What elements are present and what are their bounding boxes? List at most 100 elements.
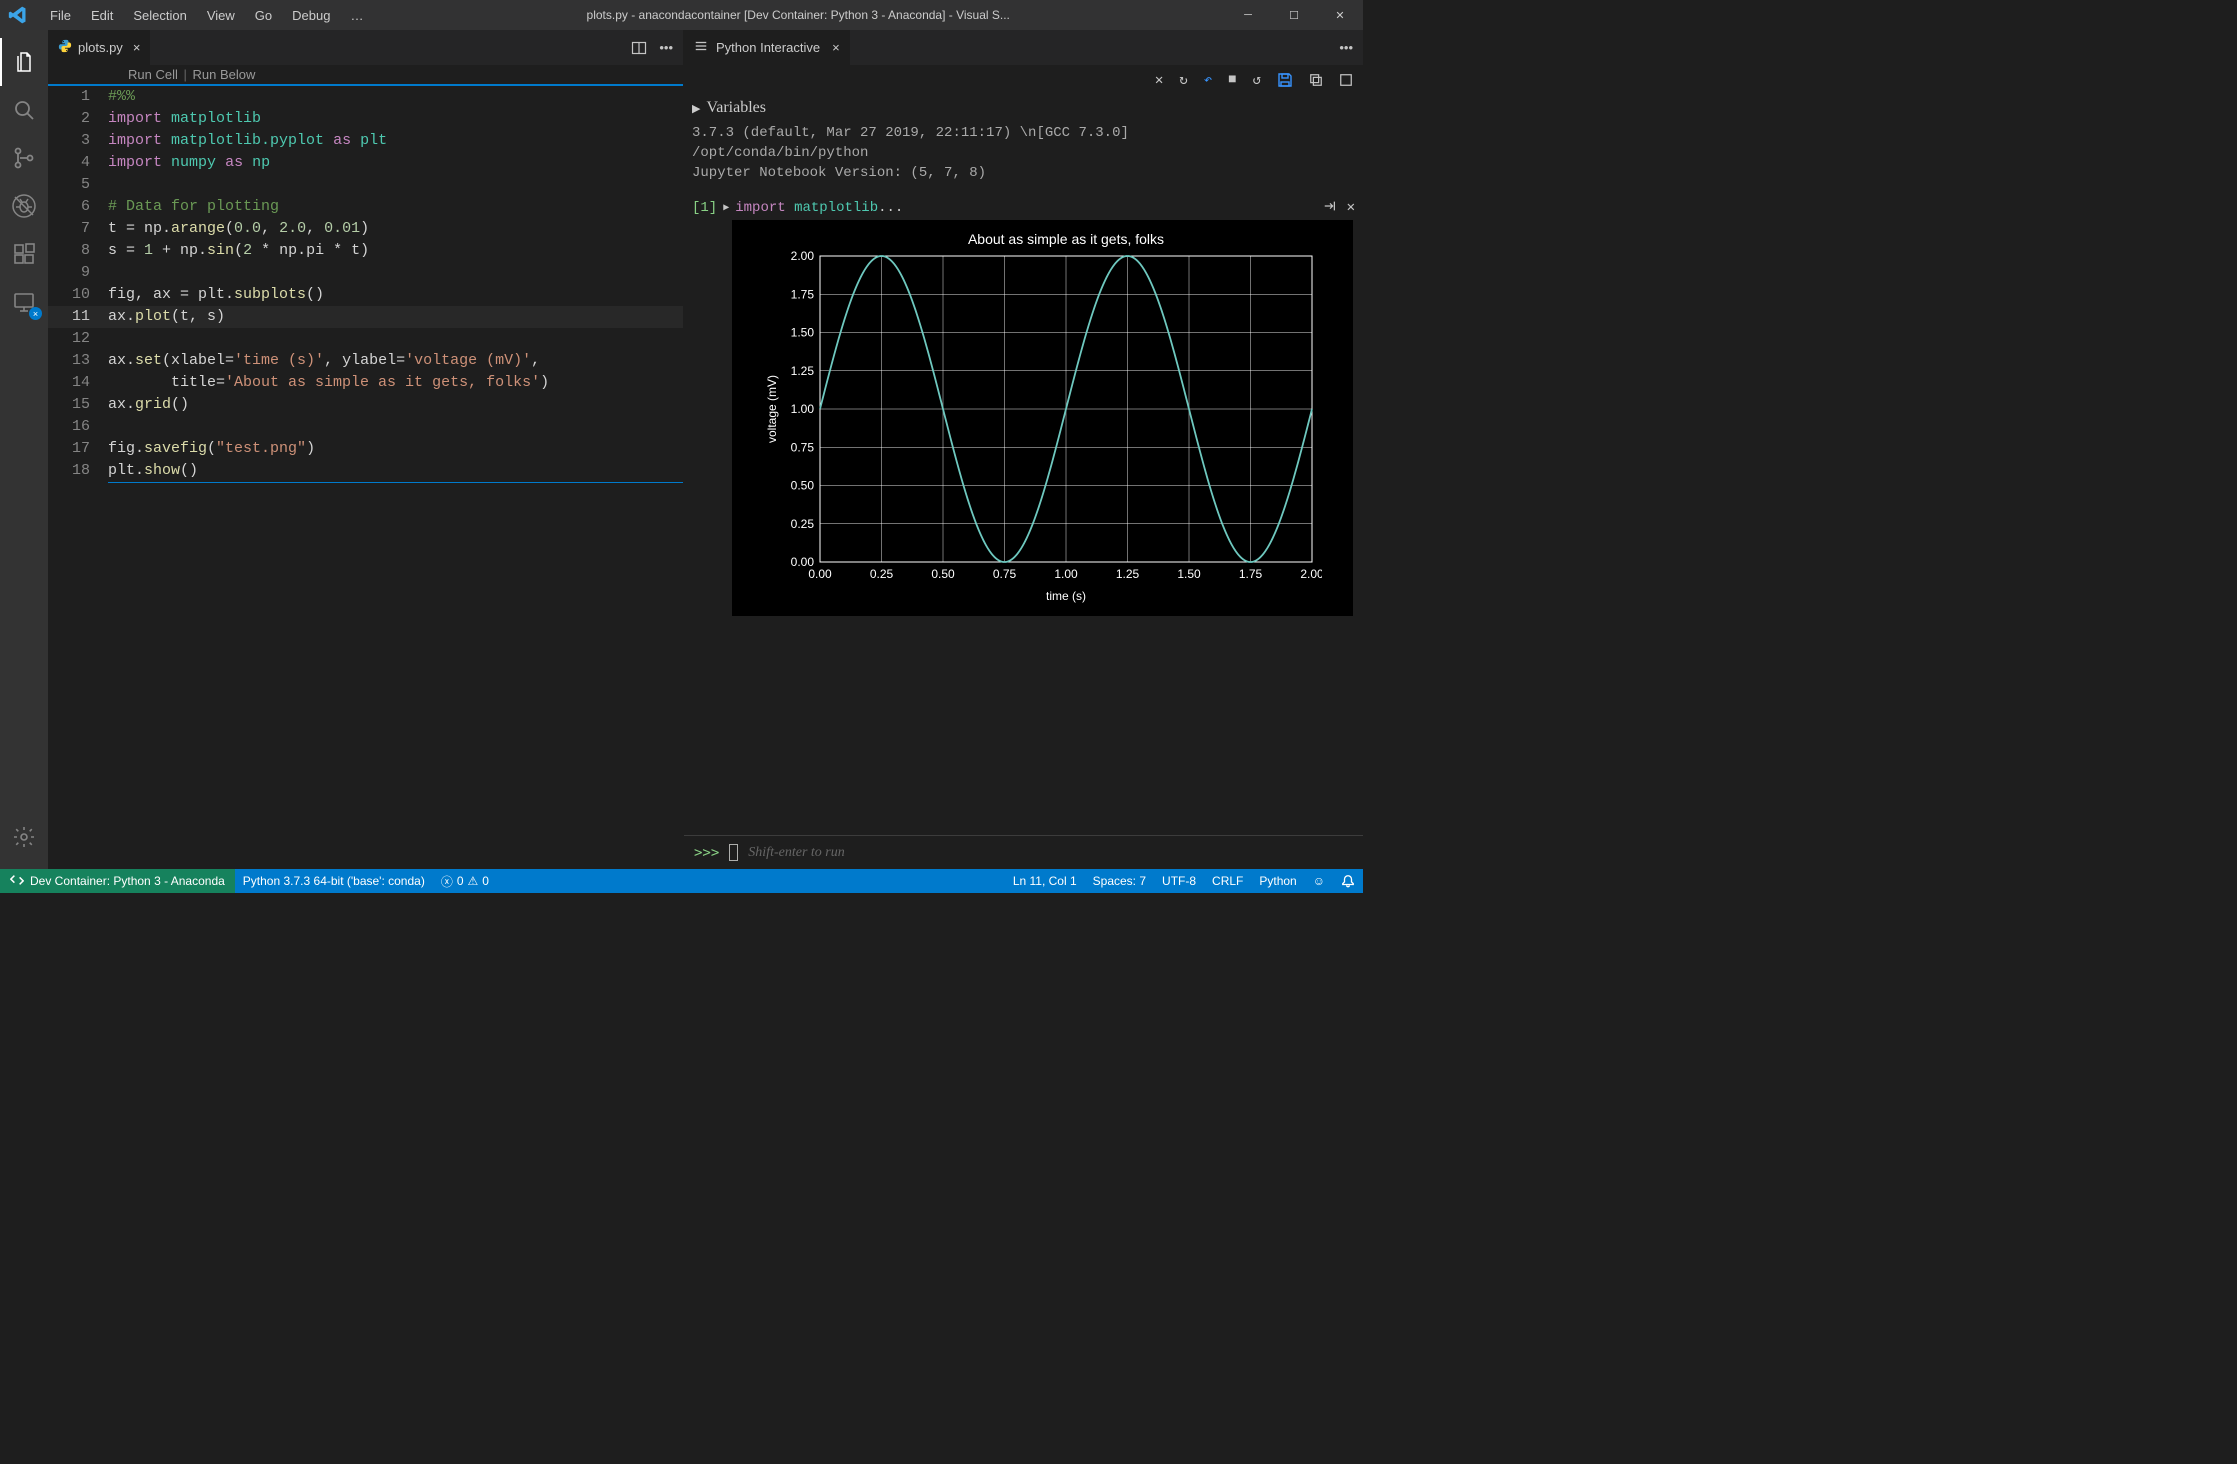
goto-icon[interactable] bbox=[1323, 199, 1337, 216]
tab-python-interactive[interactable]: Python Interactive × bbox=[684, 30, 851, 65]
python-file-icon bbox=[58, 39, 72, 56]
save-icon[interactable] bbox=[1277, 72, 1293, 88]
svg-text:0.25: 0.25 bbox=[791, 517, 815, 531]
sb-notifications-icon[interactable] bbox=[1333, 869, 1363, 893]
svg-text:1.50: 1.50 bbox=[1177, 567, 1201, 581]
list-icon bbox=[694, 39, 708, 56]
svg-text:voltage (mV): voltage (mV) bbox=[765, 375, 779, 443]
codelens-run-below[interactable]: Run Below bbox=[193, 67, 256, 82]
extensions-icon[interactable] bbox=[0, 230, 48, 278]
undo-icon[interactable]: ↶ bbox=[1204, 72, 1212, 89]
error-icon: ⓧ bbox=[441, 873, 453, 890]
close-icon[interactable]: × bbox=[832, 40, 840, 55]
svg-text:time (s): time (s) bbox=[1046, 589, 1086, 603]
menu-…[interactable]: … bbox=[342, 4, 371, 27]
editor-tabs: plots.py × ••• bbox=[48, 30, 683, 65]
interactive-input-row: >>> Shift-enter to run bbox=[684, 835, 1363, 869]
svg-text:1.25: 1.25 bbox=[1116, 567, 1140, 581]
main-area: × plots.py × ••• bbox=[0, 30, 1363, 869]
vscode-logo-icon bbox=[8, 4, 30, 26]
stop-icon[interactable]: ■ bbox=[1228, 72, 1236, 88]
restart-icon[interactable]: ↺ bbox=[1253, 72, 1261, 89]
chevron-right-icon[interactable]: ▶ bbox=[723, 202, 729, 214]
variables-label: Variables bbox=[706, 99, 766, 117]
minimize-button[interactable]: ─ bbox=[1225, 0, 1271, 30]
menu-debug[interactable]: Debug bbox=[284, 4, 338, 27]
more-actions-icon[interactable]: ••• bbox=[1339, 40, 1353, 55]
chevron-right-icon: ▶ bbox=[692, 102, 700, 115]
svg-text:1.25: 1.25 bbox=[791, 364, 815, 378]
sb-eol[interactable]: CRLF bbox=[1204, 869, 1251, 893]
plot-output: 0.000.250.500.751.001.251.501.752.000.00… bbox=[732, 220, 1353, 616]
input-placeholder: Shift-enter to run bbox=[748, 845, 844, 861]
tab-filename: plots.py bbox=[78, 40, 123, 55]
svg-text:0.25: 0.25 bbox=[870, 567, 894, 581]
sb-interpreter[interactable]: Python 3.7.3 64-bit ('base': conda) bbox=[235, 869, 433, 893]
svg-text:0.75: 0.75 bbox=[791, 440, 815, 454]
chart: 0.000.250.500.751.001.251.501.752.000.00… bbox=[762, 228, 1322, 608]
editor-area: plots.py × ••• Run Cell | Run Below 1#%%… bbox=[48, 30, 1363, 869]
environment-info: 3.7.3 (default, Mar 27 2019, 22:11:17) \… bbox=[684, 121, 1363, 195]
code-editor[interactable]: Run Cell | Run Below 1#%%2import matplot… bbox=[48, 65, 683, 869]
sb-spaces[interactable]: Spaces: 7 bbox=[1085, 869, 1154, 893]
export-icon[interactable] bbox=[1309, 73, 1323, 87]
interactive-pane: Python Interactive × ••• ✕ ↻ ↶ ■ ↺ bbox=[684, 30, 1363, 869]
search-icon[interactable] bbox=[0, 86, 48, 134]
status-bar: Dev Container: Python 3 - Anaconda Pytho… bbox=[0, 869, 1363, 893]
remote-icon bbox=[10, 873, 24, 890]
interactive-tab-title: Python Interactive bbox=[716, 40, 820, 55]
sb-language[interactable]: Python bbox=[1251, 869, 1304, 893]
codelens-run-cell[interactable]: Run Cell bbox=[128, 67, 178, 82]
svg-text:1.50: 1.50 bbox=[791, 326, 815, 340]
window-controls: ─ ☐ ✕ bbox=[1225, 0, 1363, 30]
tab-plots-py[interactable]: plots.py × bbox=[48, 30, 151, 65]
delete-icon[interactable]: ✕ bbox=[1347, 199, 1355, 216]
variables-section[interactable]: ▶ Variables bbox=[684, 95, 1363, 121]
prompt: >>> bbox=[694, 845, 719, 861]
sb-feedback-icon[interactable]: ☺ bbox=[1305, 869, 1333, 893]
svg-text:0.50: 0.50 bbox=[931, 567, 955, 581]
debug-disabled-icon[interactable] bbox=[0, 182, 48, 230]
svg-text:1.00: 1.00 bbox=[791, 402, 815, 416]
svg-text:2.00: 2.00 bbox=[791, 249, 815, 263]
remote-explorer-icon[interactable]: × bbox=[0, 278, 48, 326]
expand-icon[interactable] bbox=[1339, 73, 1353, 87]
close-button[interactable]: ✕ bbox=[1317, 0, 1363, 30]
titlebar: FileEditSelectionViewGoDebug… plots.py -… bbox=[0, 0, 1363, 30]
split-editor-icon[interactable] bbox=[631, 40, 647, 56]
more-actions-icon[interactable]: ••• bbox=[659, 40, 673, 55]
redo-icon[interactable]: ↻ bbox=[1179, 72, 1187, 89]
menu-file[interactable]: File bbox=[42, 4, 79, 27]
svg-text:2.00: 2.00 bbox=[1300, 567, 1322, 581]
menu-view[interactable]: View bbox=[199, 4, 243, 27]
svg-text:1.75: 1.75 bbox=[1239, 567, 1263, 581]
activity-bar: × bbox=[0, 30, 48, 869]
menu-bar: FileEditSelectionViewGoDebug… bbox=[42, 4, 371, 27]
close-icon[interactable]: × bbox=[133, 40, 141, 55]
settings-icon[interactable] bbox=[0, 813, 48, 861]
svg-text:0.00: 0.00 bbox=[791, 555, 815, 569]
sb-remote[interactable]: Dev Container: Python 3 - Anaconda bbox=[0, 869, 235, 893]
menu-go[interactable]: Go bbox=[247, 4, 280, 27]
codelens-bar: Run Cell | Run Below bbox=[48, 65, 683, 86]
sb-encoding[interactable]: UTF-8 bbox=[1154, 869, 1204, 893]
code-editor-pane: plots.py × ••• Run Cell | Run Below 1#%%… bbox=[48, 30, 684, 869]
warning-icon: ⚠ bbox=[468, 874, 479, 888]
close-icon[interactable]: ✕ bbox=[1155, 72, 1163, 89]
window-title: plots.py - anacondacontainer [Dev Contai… bbox=[371, 8, 1225, 22]
editor-tab-actions: ••• bbox=[631, 30, 683, 65]
svg-text:0.50: 0.50 bbox=[791, 479, 815, 493]
sb-problems[interactable]: ⓧ0 ⚠0 bbox=[433, 869, 497, 893]
source-control-icon[interactable] bbox=[0, 134, 48, 182]
svg-text:1.00: 1.00 bbox=[1054, 567, 1078, 581]
explorer-icon[interactable] bbox=[0, 38, 48, 86]
cell-header: [1] ▶ import matplotlib... ✕ bbox=[692, 199, 1355, 216]
input-cursor[interactable] bbox=[729, 844, 738, 861]
cell-summary: import matplotlib... bbox=[735, 200, 903, 216]
svg-text:About as simple as it gets, fo: About as simple as it gets, folks bbox=[968, 231, 1164, 247]
menu-selection[interactable]: Selection bbox=[125, 4, 194, 27]
sb-ln-col[interactable]: Ln 11, Col 1 bbox=[1005, 869, 1085, 893]
maximize-button[interactable]: ☐ bbox=[1271, 0, 1317, 30]
menu-edit[interactable]: Edit bbox=[83, 4, 121, 27]
interactive-body: ✕ ↻ ↶ ■ ↺ ▶ Varia bbox=[684, 65, 1363, 869]
